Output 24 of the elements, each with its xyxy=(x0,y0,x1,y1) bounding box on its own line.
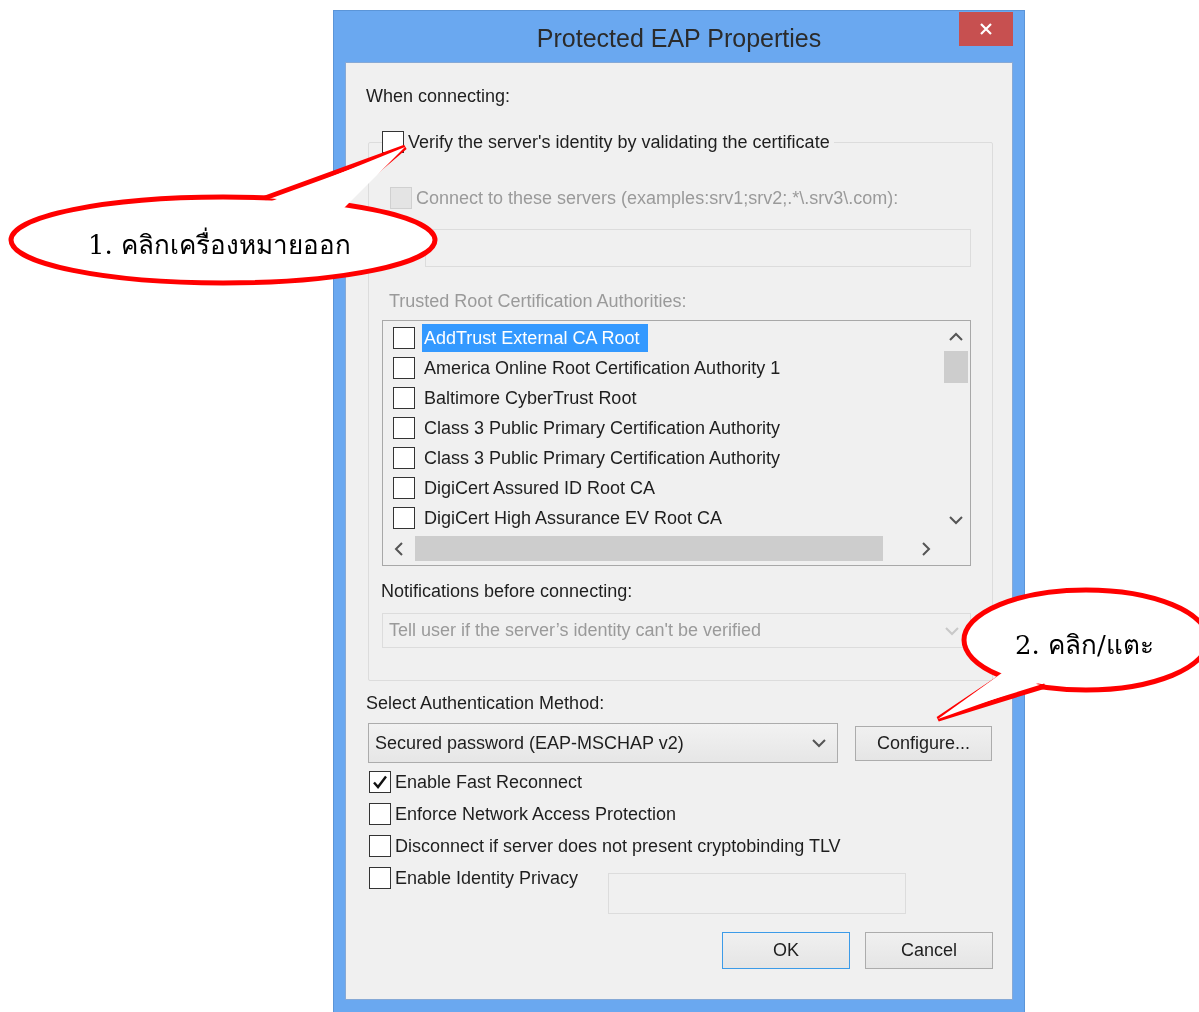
checkbox-label: Enforce Network Access Protection xyxy=(395,803,677,826)
checkbox[interactable] xyxy=(369,835,391,857)
servers-field[interactable] xyxy=(425,229,971,267)
checkbox[interactable] xyxy=(369,867,391,889)
close-button[interactable] xyxy=(959,12,1013,46)
dialog-button[interactable]: OK xyxy=(722,932,850,969)
field-label: Select Authentication Method: xyxy=(366,692,606,715)
checkbox-label: Connect to these servers (examples:srv1;srv2;.*\.srv3\.com): xyxy=(416,187,899,210)
checkbox-label: Enable Identity Privacy xyxy=(395,867,579,890)
list-label: Trusted Root Certification Authorities: xyxy=(389,290,688,313)
field-label: Notifications before connecting: xyxy=(381,580,634,603)
checkbox[interactable] xyxy=(369,803,391,825)
window-title: Protected EAP Properties xyxy=(536,24,822,53)
section-label: When connecting: xyxy=(366,85,512,108)
dialog-button[interactable]: Cancel xyxy=(865,932,993,969)
checkbox-label: Disconnect if server does not present cryptobinding TLV xyxy=(395,835,841,858)
checkbox-label: Enable Fast Reconnect xyxy=(395,771,583,794)
checkbox[interactable] xyxy=(369,771,391,793)
callout-text: 1. คลิกเครื่องหมายออก xyxy=(88,224,352,265)
callout-text: 2. คลิก/แตะ xyxy=(1015,629,1154,662)
checkbox-label: Verify the server's identity by validating the certificate xyxy=(408,131,830,154)
close-icon xyxy=(979,22,993,36)
configure-button[interactable]: Configure... xyxy=(855,725,992,761)
authentication-dropdown[interactable]: Secured password (EAP-MSCHAP v2) xyxy=(368,723,838,763)
